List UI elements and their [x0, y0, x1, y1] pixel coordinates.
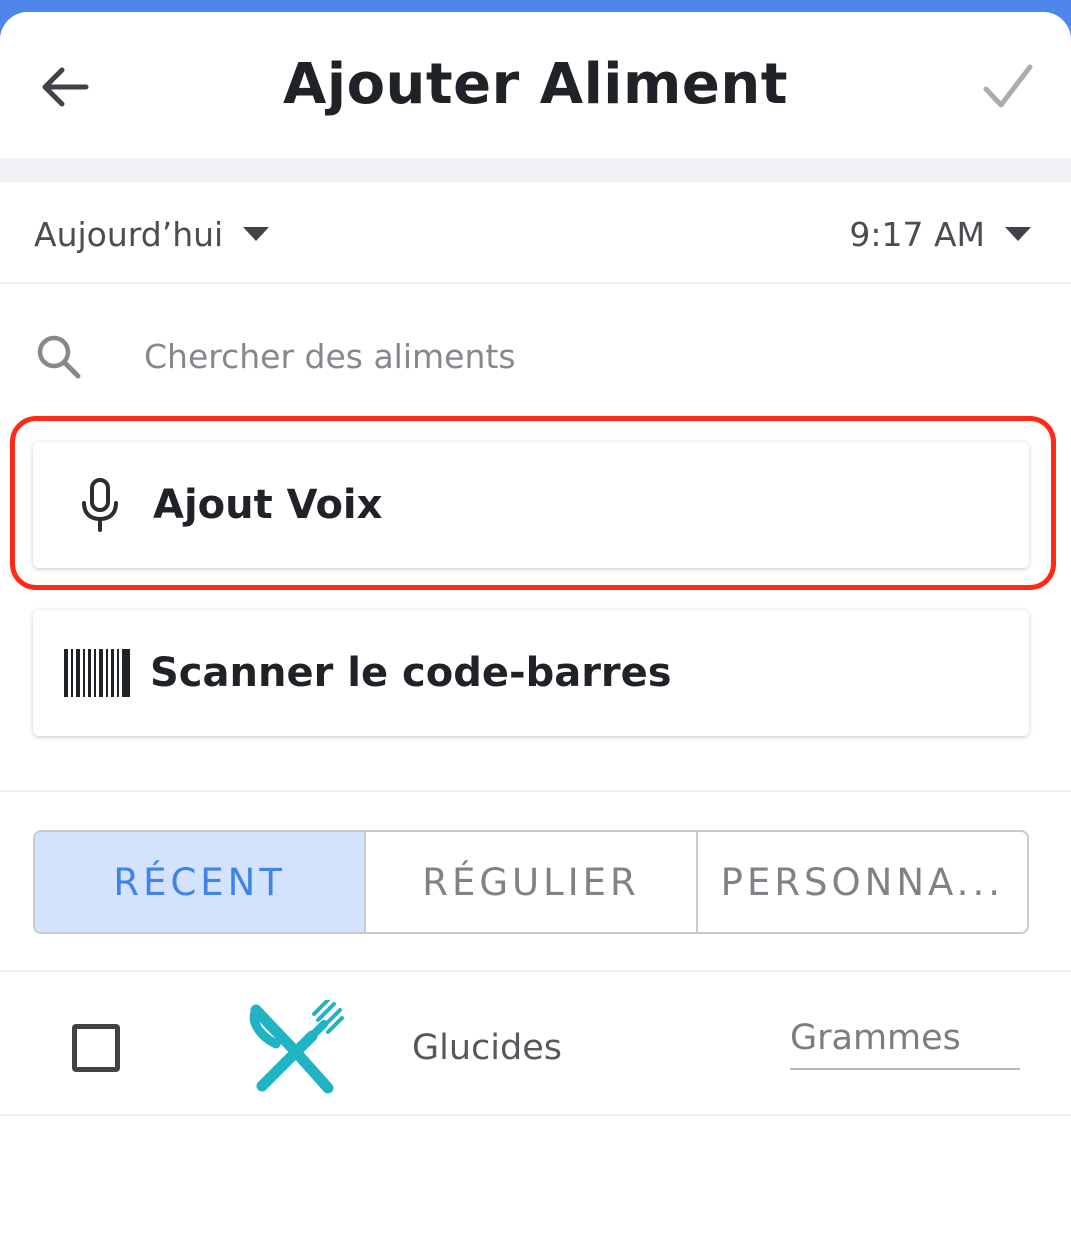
- time-value: 9:17 AM: [849, 214, 985, 254]
- search-bar: [0, 312, 1071, 402]
- check-icon: [983, 64, 1033, 108]
- date-value: Aujourd’hui: [34, 214, 224, 254]
- unit-field[interactable]: Grammes: [790, 1014, 1020, 1070]
- food-list-tabs: RÉCENT RÉGULIER PERSONNA...: [33, 830, 1029, 934]
- time-selector[interactable]: 9:17 AM: [849, 212, 1031, 256]
- scan-barcode-label: Scanner le code-barres: [150, 650, 672, 696]
- caret-down-icon: [1005, 227, 1031, 241]
- tab-regular[interactable]: RÉGULIER: [366, 832, 698, 932]
- page-title: Ajouter Aliment: [283, 52, 788, 117]
- search-icon: [37, 335, 81, 379]
- food-list-item: Glucides Grammes: [0, 972, 1071, 1116]
- voice-add-label: Ajout Voix: [153, 482, 383, 528]
- confirm-button[interactable]: [972, 52, 1042, 122]
- header-separator: [0, 158, 1071, 182]
- divider: [0, 790, 1071, 792]
- food-name: Glucides: [412, 1028, 562, 1068]
- date-time-row: Aujourd’hui 9:17 AM: [0, 182, 1071, 284]
- fork-knife-icon: [249, 1000, 344, 1094]
- tab-recent[interactable]: RÉCENT: [35, 832, 367, 932]
- barcode-icon: [64, 649, 130, 697]
- tab-custom[interactable]: PERSONNA...: [698, 832, 1027, 932]
- date-selector[interactable]: Aujourd’hui: [34, 212, 270, 256]
- scan-barcode-button[interactable]: Scanner le code-barres: [33, 610, 1029, 736]
- caret-down-icon: [243, 227, 270, 241]
- food-checkbox[interactable]: [72, 1024, 120, 1072]
- microphone-icon: [82, 478, 118, 532]
- voice-add-button[interactable]: Ajout Voix: [33, 442, 1029, 568]
- search-input[interactable]: [144, 328, 1024, 384]
- add-food-screen: Ajouter Aliment Aujourd’hui 9:17 AM Cher…: [0, 12, 1071, 1236]
- app-header: Ajouter Aliment: [0, 12, 1071, 158]
